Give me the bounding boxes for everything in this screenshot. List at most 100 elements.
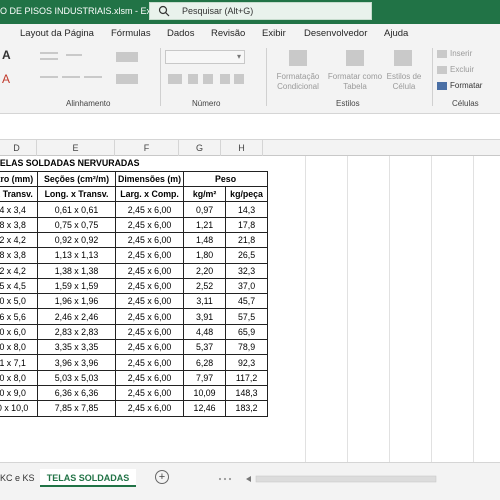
table-cell[interactable]: 4,2 x 4,2	[0, 231, 38, 249]
align-right-icon[interactable]	[84, 76, 102, 78]
table-cell[interactable]: 3,8 x 3,8	[0, 216, 38, 233]
table-cell[interactable]: 5,03 x 5,03	[37, 369, 116, 386]
table-cell[interactable]: 2,45 x 6,00	[114, 277, 185, 295]
table-cell[interactable]: 0,97	[183, 201, 227, 218]
table-cell[interactable]: 5,0 x 8,0	[0, 339, 38, 356]
align-middle-icon[interactable]	[40, 58, 58, 60]
bold-a-icon[interactable]: A	[2, 49, 11, 61]
table-cell[interactable]: 3,8 x 3,8	[0, 247, 38, 264]
tab-page-layout[interactable]: Layout da Página	[20, 28, 94, 39]
header-sections[interactable]: Seções (cm²/m)	[37, 170, 116, 188]
tab-developer[interactable]: Desenvolvedor	[304, 28, 367, 39]
tab-view[interactable]: Exibir	[262, 28, 286, 39]
header-dimensions[interactable]: Dimensões (m)	[114, 170, 185, 188]
table-cell[interactable]: 148,3	[225, 384, 269, 402]
worksheet-grid[interactable]: D E F G H TELAS SOLDADAS NERVURADAS metr…	[0, 140, 500, 462]
table-cell[interactable]: 21,8	[225, 231, 269, 249]
table-cell[interactable]: 10,09	[183, 384, 227, 402]
table-cell[interactable]: 0,0 x 10,0	[0, 400, 38, 417]
format-button[interactable]: Formatar	[450, 81, 482, 91]
sheet-tab-telas-soldadas[interactable]: TELAS SOLDADAS	[40, 469, 136, 487]
table-cell[interactable]: 37,0	[225, 277, 269, 295]
table-cell[interactable]: 2,45 x 6,00	[114, 293, 185, 310]
table-cell[interactable]: 2,45 x 6,00	[114, 323, 185, 341]
table-cell[interactable]: 3,0 x 9,0	[0, 384, 38, 402]
table-cell[interactable]: 5,0 x 5,0	[0, 293, 38, 310]
table-cell[interactable]: 1,38 x 1,38	[37, 262, 116, 279]
insert-button[interactable]: Inserir	[450, 49, 472, 59]
table-cell[interactable]: 2,45 x 6,00	[114, 384, 185, 402]
formula-bar[interactable]	[0, 114, 500, 140]
table-cell[interactable]: 2,45 x 6,00	[114, 339, 185, 356]
table-cell[interactable]: 2,45 x 6,00	[114, 369, 185, 386]
number-format-dropdown[interactable]: ▾	[165, 50, 245, 64]
table-cell[interactable]: 26,5	[225, 247, 269, 264]
font-color-icon[interactable]: A	[2, 73, 10, 85]
table-cell[interactable]: 2,45 x 6,00	[114, 400, 185, 417]
table-cell[interactable]: 2,45 x 6,00	[114, 354, 185, 371]
merge-center-icon[interactable]	[116, 74, 138, 84]
table-cell[interactable]: 2,52	[183, 277, 227, 295]
subheader-width-length[interactable]: Larg. x Comp.	[114, 186, 185, 203]
table-cell[interactable]: 12,46	[183, 400, 227, 417]
table-cell[interactable]: 1,59 x 1,59	[37, 277, 116, 295]
table-cell[interactable]: 183,2	[225, 400, 269, 417]
decrease-decimal-icon[interactable]	[234, 74, 244, 84]
table-cell[interactable]: 2,45 x 6,00	[114, 201, 185, 218]
table-cell[interactable]: 5,0 x 6,0	[0, 323, 38, 341]
table-cell[interactable]: 6,36 x 6,36	[37, 384, 116, 402]
table-cell[interactable]: 5,6 x 5,6	[0, 308, 38, 325]
align-top-icon[interactable]	[40, 52, 58, 54]
table-cell[interactable]: 1,13 x 1,13	[37, 247, 116, 264]
currency-icon[interactable]	[168, 74, 182, 84]
subheader-long-transv[interactable]: g. x Transv.	[0, 186, 38, 203]
table-cell[interactable]: 3,35 x 3,35	[37, 339, 116, 356]
table-cell[interactable]: 2,45 x 6,00	[114, 216, 185, 233]
table-cell[interactable]: 92,3	[225, 354, 269, 371]
table-cell[interactable]: 45,7	[225, 293, 269, 310]
header-diameter[interactable]: metro (mm)	[0, 170, 38, 188]
table-cell[interactable]: 2,45 x 6,00	[114, 262, 185, 279]
table-cell[interactable]: 4,4 x 3,4	[0, 201, 38, 218]
tab-data[interactable]: Dados	[167, 28, 194, 39]
increase-decimal-icon[interactable]	[220, 74, 230, 84]
header-weight[interactable]: Peso	[183, 170, 269, 188]
table-cell[interactable]: 2,45 x 6,00	[114, 247, 185, 264]
delete-button[interactable]: Excluir	[450, 65, 474, 75]
table-cell[interactable]: 1,48	[183, 231, 227, 249]
table-cell[interactable]: 7,1 x 7,1	[0, 354, 38, 371]
align-center-icon[interactable]	[62, 76, 80, 78]
table-cell[interactable]: 4,5 x 4,5	[0, 277, 38, 295]
subheader-long-transv-sections[interactable]: Long. x Transv.	[37, 186, 116, 203]
table-cell[interactable]: 3,91	[183, 308, 227, 325]
table-cell[interactable]: 2,46 x 2,46	[37, 308, 116, 325]
table-cell[interactable]: 117,2	[225, 369, 269, 386]
cell-styles-button[interactable]: Estilos de Célula	[384, 72, 424, 92]
table-cell[interactable]: 14,3	[225, 201, 269, 218]
column-header-h[interactable]: H	[221, 140, 263, 156]
table-cell[interactable]: 2,83 x 2,83	[37, 323, 116, 341]
tab-formulas[interactable]: Fórmulas	[111, 28, 151, 39]
subheader-kg-piece[interactable]: kg/peça	[225, 186, 269, 203]
table-cell[interactable]: 4,48	[183, 323, 227, 341]
column-header-g[interactable]: G	[179, 140, 221, 156]
search-box[interactable]: Pesquisar (Alt+G)	[149, 2, 372, 20]
column-header-f[interactable]: F	[115, 140, 179, 156]
table-cell[interactable]: 4,2 x 4,2	[0, 262, 38, 279]
table-cell[interactable]: 0,75 x 0,75	[37, 216, 116, 233]
format-table-button[interactable]: Formatar como Tabela	[326, 72, 384, 92]
subheader-kg-m2[interactable]: kg/m²	[183, 186, 227, 203]
table-cell[interactable]: 0,61 x 0,61	[37, 201, 116, 218]
sheet-tab-kc-ks[interactable]: KC e KS	[0, 469, 36, 487]
table-cell[interactable]: 7,97	[183, 369, 227, 386]
table-cell[interactable]: 65,9	[225, 323, 269, 341]
column-header-e[interactable]: E	[37, 140, 115, 156]
column-header-d[interactable]: D	[0, 140, 37, 156]
table-cell[interactable]: 57,5	[225, 308, 269, 325]
tab-help[interactable]: Ajuda	[384, 28, 408, 39]
table-cell[interactable]: 6,28	[183, 354, 227, 371]
wrap-text-icon[interactable]	[116, 52, 138, 62]
table-cell[interactable]: 5,37	[183, 339, 227, 356]
table-cell[interactable]: 32,3	[225, 262, 269, 279]
comma-style-icon[interactable]	[203, 74, 213, 84]
